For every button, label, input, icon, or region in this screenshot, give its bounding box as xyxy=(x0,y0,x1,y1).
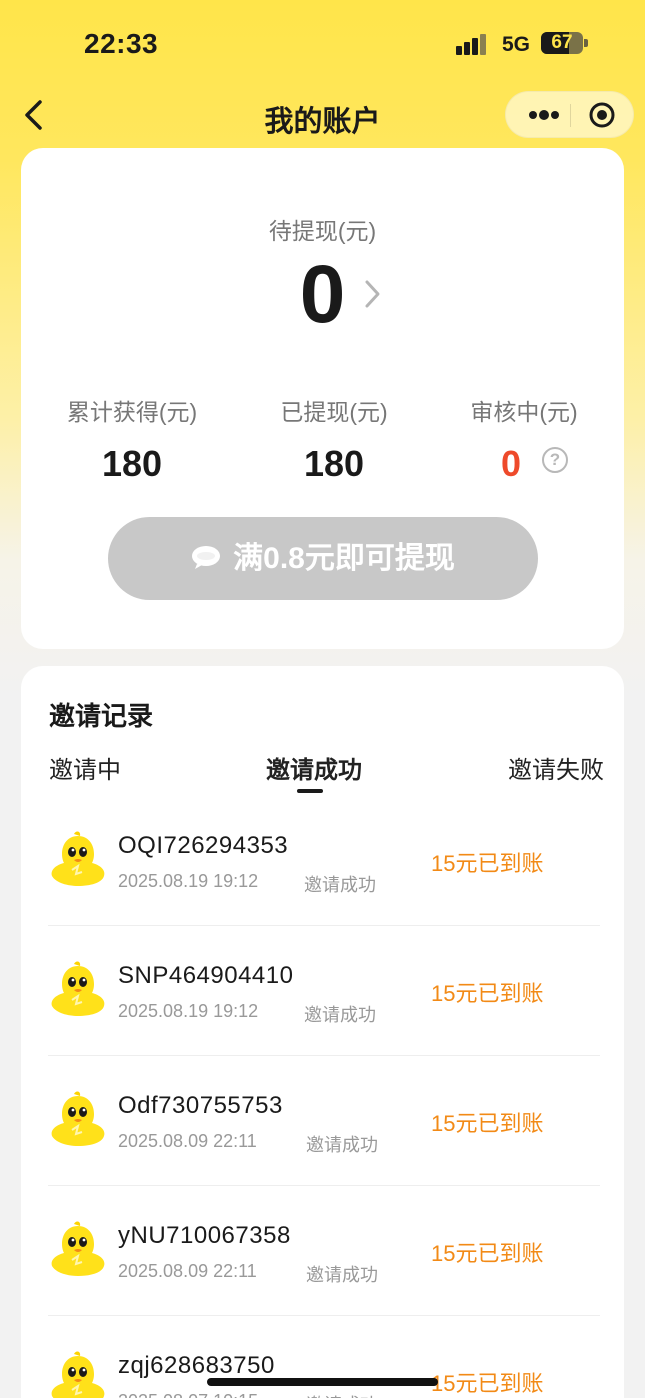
pending-value[interactable]: 0 xyxy=(21,250,624,340)
tab-inviting[interactable]: 邀请中 xyxy=(49,750,121,785)
withdraw-button[interactable]: 满0.8元即可提现 xyxy=(108,517,538,600)
chevron-right-icon xyxy=(365,280,380,308)
invite-record-row[interactable]: Odf730755753 2025.08.09 22:11 邀请成功 15元已到… xyxy=(48,1056,600,1186)
invitee-id: SNP464904410 xyxy=(118,962,294,989)
chick-avatar-icon xyxy=(51,961,105,1016)
stat-label: 审核中(元) xyxy=(470,399,578,425)
chick-avatar-icon xyxy=(51,1221,105,1276)
status-time: 22:33 xyxy=(84,28,159,59)
reward-status: 15元已到账 xyxy=(431,981,544,1006)
invite-status: 邀请成功 xyxy=(306,1391,378,1398)
reward-status: 15元已到账 xyxy=(431,1371,544,1396)
signal-icon xyxy=(456,33,492,55)
mini-program-capsule xyxy=(505,91,634,138)
withdraw-label: 满0.8元即可提现 xyxy=(233,542,455,575)
invite-status: 邀请成功 xyxy=(304,875,376,895)
account-card: 待提现(元) 0 累计获得(元) 180 已提现(元) 180 审核中(元) 0… xyxy=(21,148,624,649)
reward-status: 15元已到账 xyxy=(431,1111,544,1136)
invite-date: 2025.08.09 22:11 xyxy=(118,1261,257,1281)
stat-value: 0 xyxy=(500,443,522,484)
stat-withdrawn: 已提现(元) 180 xyxy=(234,393,434,485)
invite-date: 2025.08.19 19:12 xyxy=(118,1001,259,1021)
invite-status: 邀请成功 xyxy=(304,1005,376,1025)
invite-date: 2025.08.09 22:11 xyxy=(118,1131,257,1151)
invite-record-row[interactable]: SNP464904410 2025.08.19 19:12 邀请成功 15元已到… xyxy=(48,926,600,1056)
stat-value: 180 xyxy=(101,443,163,484)
nav-bar: 我的账户 xyxy=(0,90,645,140)
more-dots-icon xyxy=(529,110,559,120)
active-tab-indicator xyxy=(297,789,323,793)
pending-label: 待提现(元) xyxy=(268,218,377,244)
stat-total-earned: 累计获得(元) 180 xyxy=(32,393,232,485)
invite-date: 2025.08.07 10:15 xyxy=(118,1391,258,1398)
invitee-id: OQI726294353 xyxy=(118,832,289,859)
invite-status: 邀请成功 xyxy=(306,1265,378,1285)
battery-level: 67 xyxy=(551,32,573,53)
invitee-id: yNU710067358 xyxy=(118,1222,291,1249)
stat-label: 已提现(元) xyxy=(280,399,388,425)
invite-record-row[interactable]: OQI726294353 2025.08.19 19:12 邀请成功 15元已到… xyxy=(48,796,600,926)
invite-records-card: 邀请记录 邀请中 邀请成功 邀请失败 OQI726294353 2025.08.… xyxy=(21,666,624,1398)
battery-cap xyxy=(584,39,588,47)
stat-value: 180 xyxy=(303,443,365,484)
invite-date: 2025.08.19 19:12 xyxy=(118,871,259,891)
chick-avatar-icon xyxy=(51,831,105,886)
tab-invite-failed[interactable]: 邀请失败 xyxy=(508,750,604,785)
capsule-divider xyxy=(570,104,571,127)
status-bar: 22:33 5G 67 xyxy=(0,0,645,90)
help-icon[interactable]: ? xyxy=(542,447,568,473)
battery-icon: 67 xyxy=(541,32,583,54)
invite-record-list: OQI726294353 2025.08.19 19:12 邀请成功 15元已到… xyxy=(48,796,600,1398)
invite-record-row[interactable]: yNU710067358 2025.08.09 22:11 邀请成功 15元已到… xyxy=(48,1186,600,1316)
chick-avatar-icon xyxy=(51,1351,105,1398)
stat-label: 累计获得(元) xyxy=(66,399,198,425)
close-mini-program-button[interactable] xyxy=(582,98,622,132)
invitee-id: Odf730755753 xyxy=(118,1092,283,1119)
network-type: 5G xyxy=(502,33,531,56)
invitee-id: zqj628683750 xyxy=(118,1352,275,1379)
pending-detail-arrow[interactable] xyxy=(361,276,385,312)
reward-status: 15元已到账 xyxy=(431,851,544,876)
target-close-icon xyxy=(589,102,615,128)
wechat-icon xyxy=(192,546,221,570)
section-title: 邀请记录 xyxy=(49,701,154,731)
more-button[interactable] xyxy=(520,98,568,132)
tab-invite-success[interactable]: 邀请成功 xyxy=(266,750,362,785)
reward-status: 15元已到账 xyxy=(431,1241,544,1266)
invite-status: 邀请成功 xyxy=(306,1135,378,1155)
chick-avatar-icon xyxy=(51,1091,105,1146)
home-indicator[interactable] xyxy=(207,1378,438,1386)
stat-under-review: 审核中(元) 0 xyxy=(424,393,624,485)
